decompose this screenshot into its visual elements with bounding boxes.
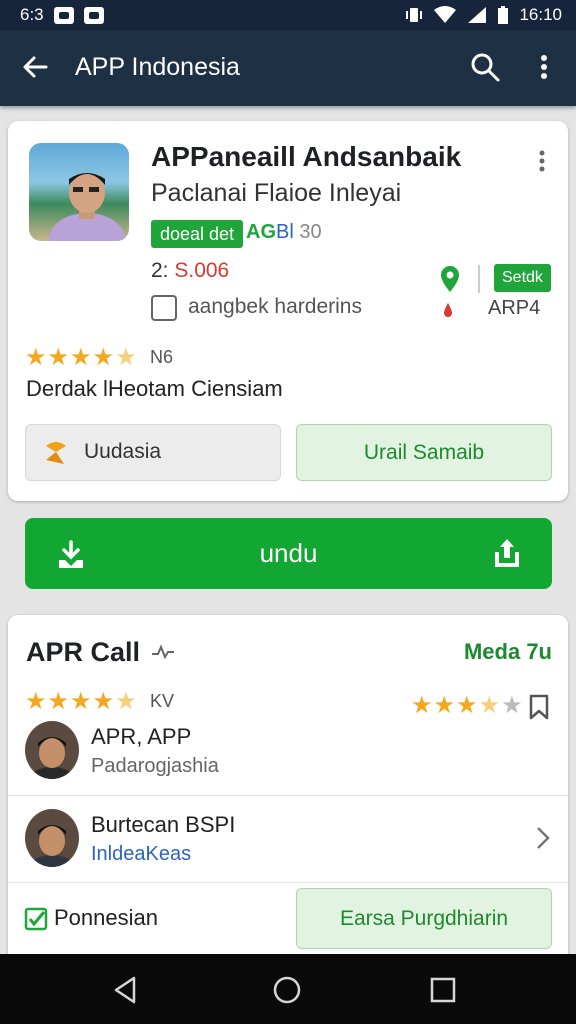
system-nav-bar bbox=[0, 954, 576, 1024]
row-divider bbox=[8, 795, 568, 796]
toolbar-title: APP Indonesia bbox=[75, 53, 240, 81]
rating-stars: ★★★★★ bbox=[25, 344, 138, 371]
reviewer-name: APR, APP bbox=[91, 724, 192, 749]
reviewer-avatar bbox=[25, 721, 79, 779]
developer-row-sub[interactable]: InldeaKeas bbox=[91, 843, 191, 866]
wifi-icon bbox=[434, 6, 457, 23]
vibrate-icon bbox=[406, 8, 423, 22]
reviews-rating-count: KV bbox=[150, 691, 175, 711]
primary-outline-button[interactable]: Urail Samaib bbox=[296, 424, 552, 481]
rating-count: N6 bbox=[150, 347, 174, 367]
trend-icon bbox=[152, 644, 174, 660]
row-divider bbox=[8, 882, 568, 883]
card-more-icon[interactable] bbox=[532, 149, 552, 173]
notification-icon bbox=[53, 6, 74, 24]
nav-home-icon[interactable] bbox=[271, 974, 303, 1006]
reviews-title: APR Call bbox=[26, 637, 141, 667]
download-button[interactable]: undu bbox=[25, 518, 552, 589]
badge-icon bbox=[46, 442, 66, 464]
version-prefix: 2: bbox=[151, 259, 169, 282]
secondary-button[interactable]: Uudasia bbox=[25, 424, 281, 481]
version-value: S.006 bbox=[174, 259, 230, 282]
message-icon bbox=[83, 6, 104, 24]
tag-b: Bl bbox=[276, 221, 294, 243]
check-icon bbox=[24, 907, 48, 931]
permission-button[interactable]: Earsa Purgdhiarin bbox=[296, 888, 552, 949]
more-vert-icon[interactable] bbox=[530, 50, 558, 84]
bookmark-icon[interactable] bbox=[527, 693, 551, 721]
battery-icon bbox=[498, 6, 509, 24]
select-badge[interactable]: Setdk bbox=[494, 264, 551, 292]
status-time: 16:10 bbox=[519, 5, 562, 24]
nav-recents-icon[interactable] bbox=[427, 974, 459, 1006]
secondary-button-label: Uudasia bbox=[84, 440, 162, 463]
divider bbox=[478, 265, 480, 293]
developer-icon bbox=[151, 295, 177, 321]
reviewer-rating-stars: ★★★★★ bbox=[411, 692, 524, 719]
status-time-left: 6:3 bbox=[20, 5, 44, 24]
app-subtitle: Paclanai Flaioe Inleyai bbox=[151, 179, 402, 207]
app-title: APPaneaill Andsanbaik bbox=[151, 141, 462, 172]
chevron-right-icon[interactable] bbox=[534, 825, 552, 851]
developer-avatar bbox=[25, 809, 79, 867]
status-bar: 6:3 16:10 bbox=[0, 0, 576, 30]
drop-icon bbox=[444, 303, 452, 317]
category-pill: doeal det bbox=[151, 220, 244, 248]
search-icon[interactable] bbox=[468, 50, 502, 84]
reviewer-subtitle: Padarogjashia bbox=[91, 755, 219, 777]
developer-row-name[interactable]: Burtecan BSPI bbox=[91, 812, 235, 838]
share-icon bbox=[495, 539, 519, 567]
developer-name[interactable]: aangbek harderins bbox=[188, 295, 362, 319]
app-toolbar: APP Indonesia bbox=[0, 30, 576, 106]
rank-label: ARP4 bbox=[488, 297, 541, 319]
signal-icon bbox=[468, 7, 487, 23]
location-pin-icon bbox=[441, 266, 459, 292]
reviews-card: APR Call Meda 7u ★★★★★ KV ★★★★★ APR, APP… bbox=[8, 615, 568, 960]
app-tags: AGBl 30 bbox=[246, 221, 322, 244]
reviews-link[interactable]: Meda 7u bbox=[464, 639, 552, 665]
download-label: undu bbox=[259, 538, 318, 568]
version-info: 2: S.006 bbox=[151, 259, 229, 283]
tag-c: 30 bbox=[299, 221, 322, 243]
app-detail-card: APPaneaill Andsanbaik Paclanai Flaioe In… bbox=[8, 121, 568, 501]
back-arrow-icon[interactable] bbox=[18, 50, 52, 84]
reviews-rating-stars: ★★★★★ bbox=[25, 688, 138, 715]
app-description: Derdak lHeotam Ciensiam bbox=[26, 376, 283, 401]
tag-a: AG bbox=[246, 221, 276, 243]
permission-label: Ponnesian bbox=[54, 905, 158, 930]
nav-back-icon[interactable] bbox=[110, 974, 142, 1006]
app-icon bbox=[29, 143, 129, 241]
